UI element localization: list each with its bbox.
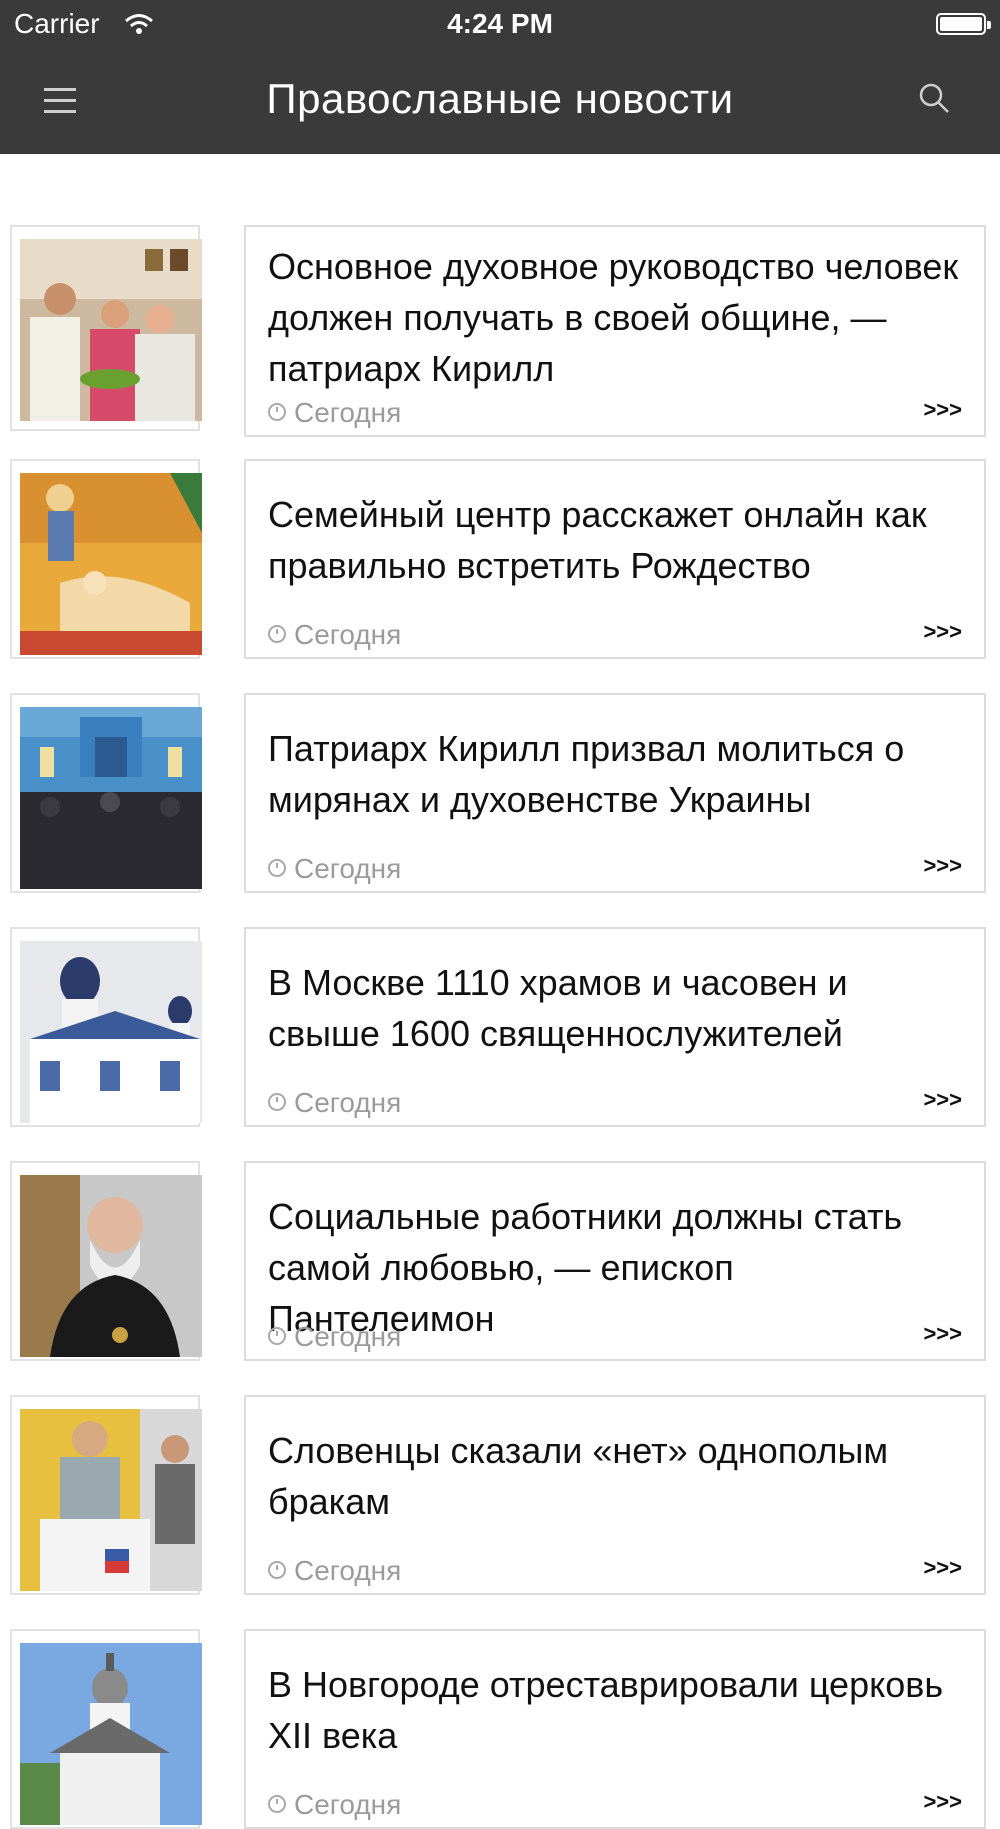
news-date: Сегодня: [268, 1789, 401, 1821]
news-date-label: Сегодня: [294, 1789, 402, 1820]
news-date-label: Сегодня: [294, 397, 402, 428]
read-more-link[interactable]: >>>: [923, 1789, 962, 1815]
read-more-link[interactable]: >>>: [923, 1555, 962, 1581]
battery-icon: [936, 13, 991, 35]
clock-icon: [268, 402, 286, 421]
news-date: Сегодня: [268, 397, 401, 429]
photo-church-crowd-image: [20, 707, 202, 889]
news-date-label: Сегодня: [294, 853, 402, 884]
news-headline[interactable]: Патриарх Кирилл призвал молиться о мирян…: [268, 723, 964, 825]
news-item[interactable]: Основное духовное руководство человек до…: [0, 225, 1000, 437]
read-more-link[interactable]: >>>: [923, 397, 962, 423]
news-headline[interactable]: Основное духовное руководство человек до…: [268, 241, 964, 394]
news-card[interactable]: Патриарх Кирилл призвал молиться о мирян…: [244, 693, 986, 893]
news-item[interactable]: В Москве 1110 храмов и часовен и свыше 1…: [0, 927, 1000, 1127]
clock-icon: [268, 1092, 286, 1111]
clock-icon: [268, 1794, 286, 1813]
photo-voting-image: [20, 1409, 202, 1591]
status-bar: Carrier 4:24 PM: [0, 0, 1000, 50]
news-thumbnail[interactable]: [10, 927, 202, 1127]
news-card[interactable]: Словенцы сказали «нет» однополым бракам …: [244, 1395, 986, 1595]
news-thumbnail[interactable]: [10, 459, 202, 659]
news-item[interactable]: Семейный центр расскажет онлайн как прав…: [0, 459, 1000, 659]
news-card[interactable]: В Москве 1110 храмов и часовен и свыше 1…: [244, 927, 986, 1127]
illustration-christmas-image: [20, 473, 202, 655]
news-card[interactable]: Основное духовное руководство человек до…: [244, 225, 986, 437]
news-thumbnail[interactable]: [10, 225, 202, 431]
news-item[interactable]: В Новгороде отреставрировали церковь XII…: [0, 1629, 1000, 1829]
news-date: Сегодня: [268, 853, 401, 885]
status-time: 4:24 PM: [447, 8, 553, 39]
news-date-label: Сегодня: [294, 1087, 402, 1118]
news-card[interactable]: Семейный центр расскажет онлайн как прав…: [244, 459, 986, 659]
news-date-label: Сегодня: [294, 1321, 402, 1352]
news-item[interactable]: Патриарх Кирилл призвал молиться о мирян…: [0, 693, 1000, 893]
news-date-label: Сегодня: [294, 619, 402, 650]
photo-bishop-image: [20, 1175, 202, 1357]
news-date: Сегодня: [268, 1087, 401, 1119]
read-more-link[interactable]: >>>: [923, 1321, 962, 1347]
news-card[interactable]: В Новгороде отреставрировали церковь XII…: [244, 1629, 986, 1829]
news-headline[interactable]: В Москве 1110 храмов и часовен и свыше 1…: [268, 957, 964, 1059]
news-headline[interactable]: В Новгороде отреставрировали церковь XII…: [268, 1659, 964, 1761]
search-icon[interactable]: [916, 80, 952, 116]
read-more-link[interactable]: >>>: [923, 619, 962, 645]
news-date: Сегодня: [268, 1555, 401, 1587]
clock-icon: [268, 858, 286, 877]
nav-bar: Православные новости: [0, 50, 1000, 154]
photo-congregation-image: [20, 239, 202, 421]
news-date-label: Сегодня: [294, 1555, 402, 1586]
news-thumbnail[interactable]: [10, 1161, 202, 1361]
news-headline[interactable]: Словенцы сказали «нет» однополым бракам: [268, 1425, 964, 1527]
news-date: Сегодня: [268, 1321, 401, 1353]
photo-church-domes-image: [20, 941, 202, 1123]
news-thumbnail[interactable]: [10, 1395, 202, 1595]
news-date: Сегодня: [268, 619, 401, 651]
read-more-link[interactable]: >>>: [923, 1087, 962, 1113]
clock-icon: [268, 1560, 286, 1579]
page-title: Православные новости: [266, 75, 734, 122]
news-card[interactable]: Социальные работники должны стать самой …: [244, 1161, 986, 1361]
clock-icon: [268, 1326, 286, 1345]
news-item[interactable]: Словенцы сказали «нет» однополым бракам …: [0, 1395, 1000, 1595]
read-more-link[interactable]: >>>: [923, 853, 962, 879]
news-headline[interactable]: Семейный центр расскажет онлайн как прав…: [268, 489, 964, 591]
clock-icon: [268, 624, 286, 643]
photo-novgorod-church-image: [20, 1643, 202, 1825]
news-thumbnail[interactable]: [10, 693, 202, 893]
news-thumbnail[interactable]: [10, 1629, 202, 1829]
news-item[interactable]: Социальные работники должны стать самой …: [0, 1161, 1000, 1361]
